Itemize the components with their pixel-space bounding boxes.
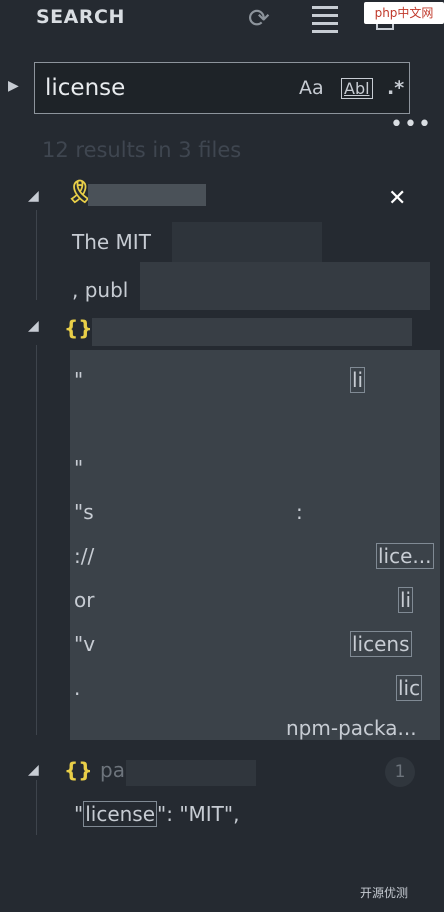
result-line[interactable]: lic (396, 675, 423, 701)
tree-guide (36, 345, 37, 735)
redacted-text (140, 262, 430, 310)
search-query-text: license (45, 75, 126, 101)
result-line[interactable]: li (350, 367, 366, 393)
search-match: license (83, 801, 158, 827)
search-match: li (398, 587, 414, 613)
watermark-logo: php中文网 (364, 2, 444, 24)
panel-title: SEARCH (36, 6, 125, 28)
result-line[interactable]: :// (74, 544, 94, 568)
result-line[interactable]: The MIT (72, 230, 151, 254)
result-line[interactable]: li (398, 587, 414, 613)
match-count-badge: 1 (385, 757, 415, 787)
more-options-button[interactable]: ••• (390, 112, 432, 137)
result-line[interactable]: "v (74, 632, 95, 656)
result-line[interactable]: " (74, 368, 83, 392)
clear-results-icon[interactable] (312, 0, 338, 33)
result-line[interactable]: : (296, 500, 303, 524)
redacted-text (172, 222, 322, 264)
dismiss-file-close-icon[interactable]: ✕ (388, 186, 406, 211)
redacted-filename (92, 318, 412, 346)
result-line[interactable]: . (74, 676, 80, 700)
results-summary: 12 results in 3 files (42, 138, 242, 162)
file-name[interactable]: pa (100, 758, 125, 782)
match-case-toggle[interactable]: Aa (299, 77, 324, 99)
json-file-icon: {} (64, 758, 93, 782)
refresh-icon[interactable]: ⟳ (248, 4, 270, 34)
file-expand-chevron-icon[interactable]: ◢ (28, 188, 39, 204)
redacted-filename (126, 760, 256, 786)
search-match: li (350, 367, 366, 393)
watermark-caption: 开源优测 (360, 886, 409, 900)
redacted-filename (88, 184, 206, 206)
result-line[interactable]: " license ": "MIT", (74, 801, 239, 827)
whole-word-toggle[interactable]: Abl (341, 78, 373, 99)
result-line[interactable]: lice... (376, 543, 434, 569)
tree-guide (36, 210, 37, 300)
tree-guide (36, 780, 37, 835)
result-line[interactable]: or (74, 588, 94, 612)
toggle-replace-chevron-icon[interactable]: ▶ (8, 78, 19, 94)
result-line[interactable]: npm-packa... (286, 716, 417, 740)
file-expand-chevron-icon[interactable]: ◢ (28, 762, 39, 778)
result-line[interactable]: licens (350, 631, 412, 657)
file-expand-chevron-icon[interactable]: ◢ (28, 318, 39, 334)
result-line[interactable]: " (74, 456, 83, 480)
result-line[interactable]: , publ (72, 278, 128, 302)
regex-toggle[interactable]: .* (387, 77, 404, 99)
search-match: lic (396, 675, 423, 701)
search-match: licens (350, 631, 412, 657)
json-file-icon: {} (64, 316, 93, 340)
search-match: lice... (376, 543, 434, 569)
search-input[interactable]: license Aa Abl .* (34, 62, 410, 114)
result-line[interactable]: "s (74, 500, 94, 524)
